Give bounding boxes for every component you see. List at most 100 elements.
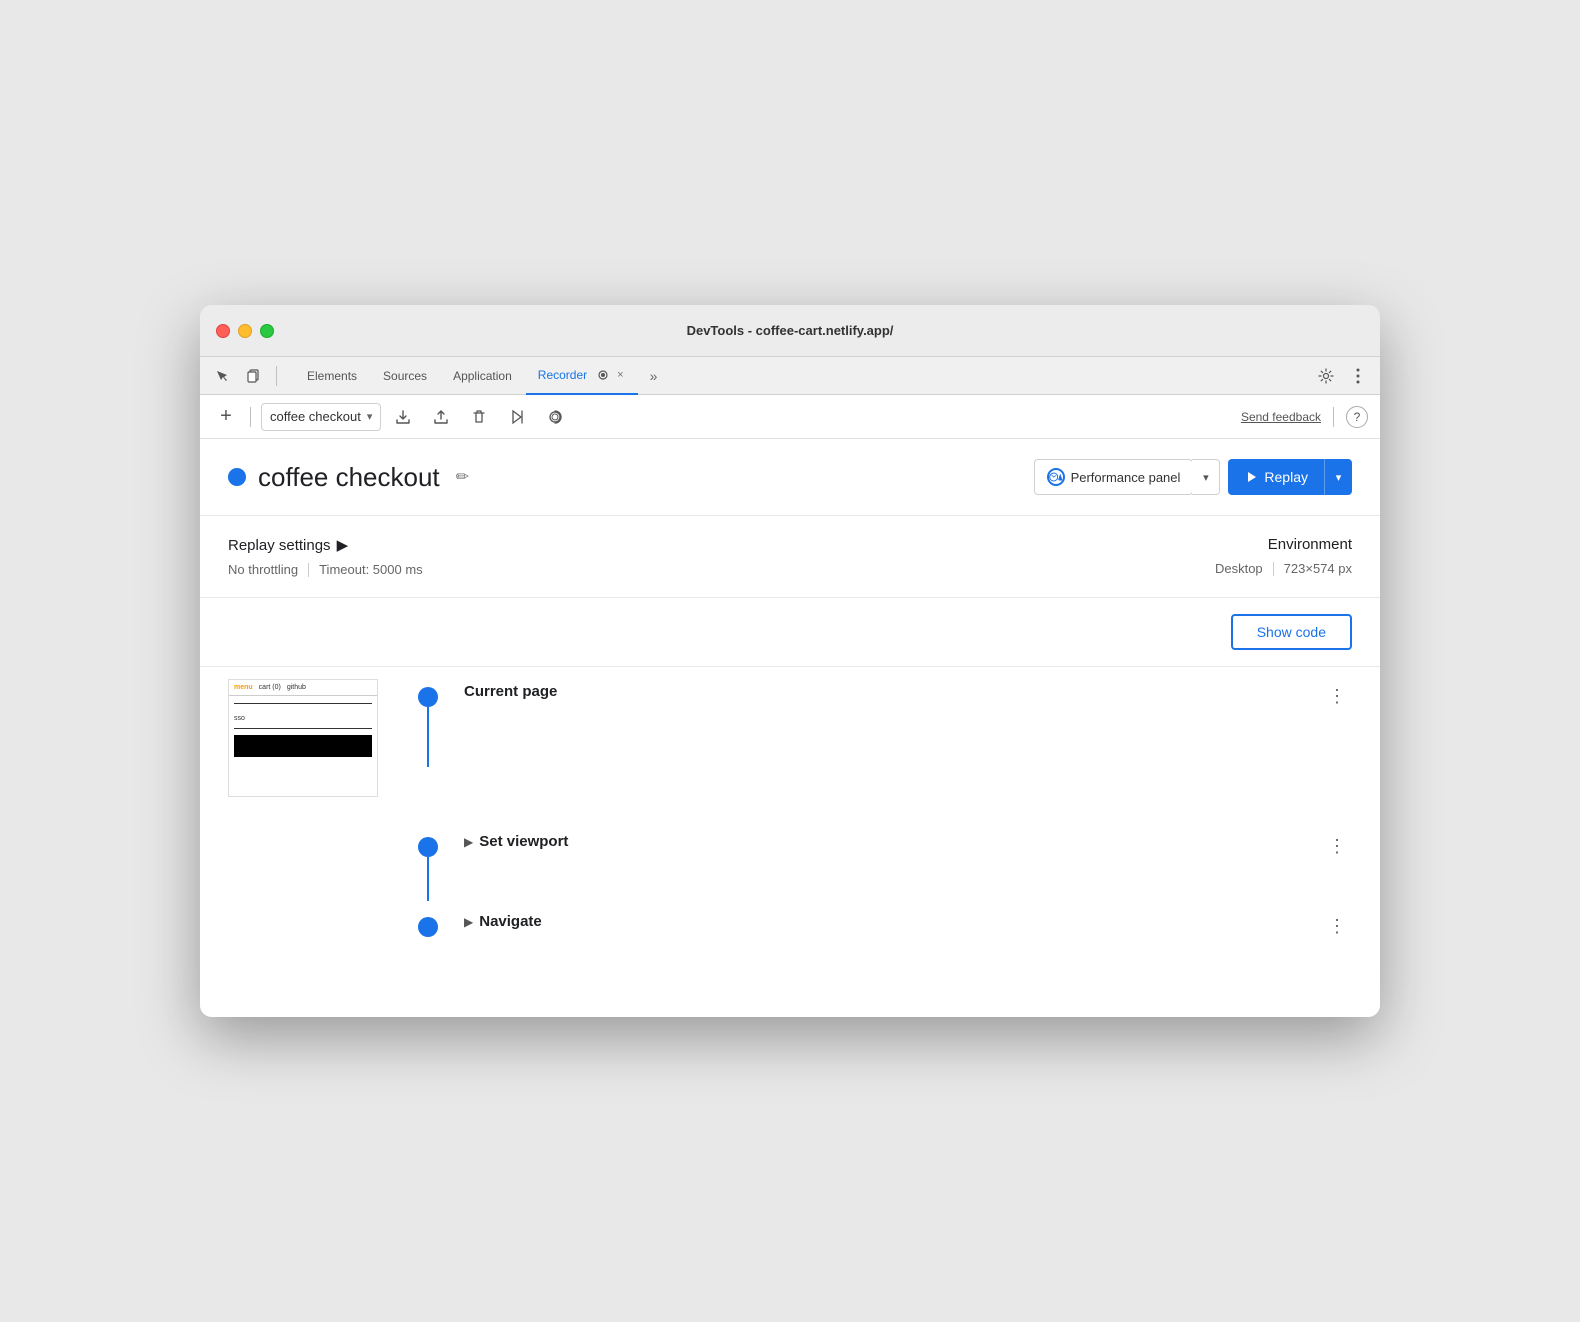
environment-detail: Desktop 723×574 px: [810, 561, 1352, 576]
tab-divider-left: [276, 366, 277, 386]
toolbar-right: Send feedback ?: [1241, 406, 1368, 428]
step3-content: ▶ Navigate ⋮: [464, 897, 1352, 939]
send-feedback-link[interactable]: Send feedback: [1241, 410, 1321, 424]
settings-arrow-icon: ▶: [337, 536, 349, 554]
replay-button[interactable]: Replay: [1228, 459, 1324, 495]
tab-close-icon[interactable]: ×: [615, 367, 625, 383]
performance-panel-dropdown[interactable]: ▾: [1192, 459, 1220, 495]
thumb-nav-menu: menu: [234, 684, 253, 691]
tab-recorder[interactable]: Recorder ×: [526, 357, 638, 395]
tab-bar: Elements Sources Application Recorder × …: [200, 357, 1380, 395]
thumb-nav-github: github: [287, 684, 306, 691]
settings-left: Replay settings ▶ No throttling Timeout:…: [228, 536, 770, 577]
step2-content: ▶ Set viewport ⋮: [464, 817, 1352, 859]
window-title: DevTools - coffee-cart.netlify.app/: [687, 323, 894, 338]
performance-panel-button[interactable]: Performance panel: [1034, 459, 1194, 495]
main-content: coffee checkout ✏ Performance panel: [200, 439, 1380, 1017]
step2-timeline: [408, 817, 448, 857]
page-thumbnail: menu cart (0) github sso: [228, 679, 378, 797]
step-current-page: menu cart (0) github sso: [200, 667, 1380, 817]
tab-sources[interactable]: Sources: [371, 357, 439, 395]
step1-line: [427, 707, 429, 767]
step3-timeline: [408, 897, 448, 937]
replay-dropdown[interactable]: ▾: [1324, 459, 1352, 495]
title-bar: DevTools - coffee-cart.netlify.app/: [200, 305, 1380, 357]
delete-button[interactable]: [463, 403, 495, 431]
step3-title-row[interactable]: ▶ Navigate: [464, 913, 542, 930]
traffic-lights: [216, 324, 274, 338]
settings-detail-separator: [308, 563, 309, 577]
step3-menu-button[interactable]: ⋮: [1322, 913, 1352, 939]
step2-line: [427, 857, 429, 901]
tab-application[interactable]: Application: [441, 357, 524, 395]
step-thumbnail-column: menu cart (0) github sso: [228, 667, 408, 797]
cursor-icon[interactable]: [208, 362, 236, 390]
step2-menu-button[interactable]: ⋮: [1322, 833, 1352, 859]
thumb-nav-cart: cart (0): [259, 684, 281, 691]
step1-dot: [418, 687, 438, 707]
replay-settings-label: Replay settings: [228, 537, 331, 554]
toolbar-right-divider: [1333, 407, 1334, 427]
environment-type: Desktop: [1215, 561, 1263, 576]
step2-title: Set viewport: [479, 833, 568, 850]
settings-detail: No throttling Timeout: 5000 ms: [228, 562, 770, 577]
thumbnail-body: sso: [229, 696, 377, 765]
show-code-button[interactable]: Show code: [1231, 614, 1352, 650]
step1-menu-button[interactable]: ⋮: [1322, 683, 1352, 709]
edit-title-icon[interactable]: ✏: [452, 463, 473, 491]
recording-select-text: coffee checkout: [270, 409, 361, 424]
throttling-value: No throttling: [228, 562, 298, 577]
step3-dot: [418, 917, 438, 937]
thumbnail-divider1: [234, 703, 372, 704]
step-set-viewport: ▶ Set viewport ⋮: [200, 817, 1380, 897]
recording-actions: Performance panel ▾ Replay ▾: [1034, 459, 1352, 495]
recording-dot: [228, 468, 246, 486]
step1-content: Current page ⋮: [464, 667, 1352, 709]
tab-elements[interactable]: Elements: [295, 357, 369, 395]
toolbar-divider: [250, 407, 251, 427]
tab-bar-right: [1312, 362, 1372, 390]
env-detail-separator: [1273, 562, 1274, 576]
performance-icon: [1047, 468, 1065, 486]
copy-icon[interactable]: [240, 362, 268, 390]
step3-arrow-icon: ▶: [464, 915, 473, 929]
settings-icon[interactable]: [1312, 362, 1340, 390]
export-button[interactable]: [387, 403, 419, 431]
step2-title-row[interactable]: ▶ Set viewport: [464, 833, 568, 850]
recording-title: coffee checkout: [258, 462, 440, 493]
recording-header: coffee checkout ✏ Performance panel: [200, 439, 1380, 516]
recorder-toolbar: + coffee checkout ▾: [200, 395, 1380, 439]
step1-title: Current page: [464, 683, 557, 700]
step3-title: Navigate: [479, 913, 542, 930]
replay-label: Replay: [1264, 469, 1308, 485]
thumbnail-block: [234, 735, 372, 757]
help-button[interactable]: ?: [1346, 406, 1368, 428]
more-options-icon[interactable]: [1344, 362, 1372, 390]
step2-dot: [418, 837, 438, 857]
record-button[interactable]: [539, 403, 571, 431]
step2-arrow-icon: ▶: [464, 835, 473, 849]
replay-dropdown-arrow-icon: ▾: [1336, 471, 1342, 484]
settings-section: Replay settings ▶ No throttling Timeout:…: [200, 516, 1380, 598]
step-navigate: ▶ Navigate ⋮: [200, 897, 1380, 977]
maximize-button[interactable]: [260, 324, 274, 338]
play-button[interactable]: [501, 403, 533, 431]
devtools-window: DevTools - coffee-cart.netlify.app/ Elem…: [200, 305, 1380, 1017]
recording-selector[interactable]: coffee checkout ▾: [261, 403, 381, 431]
close-button[interactable]: [216, 324, 230, 338]
environment-size: 723×574 px: [1284, 561, 1352, 576]
replay-settings-toggle[interactable]: Replay settings ▶: [228, 536, 770, 554]
steps-area: menu cart (0) github sso: [200, 667, 1380, 1017]
import-button[interactable]: [425, 403, 457, 431]
timeout-value: Timeout: 5000 ms: [319, 562, 423, 577]
thumbnail-divider2: [234, 728, 372, 729]
minimize-button[interactable]: [238, 324, 252, 338]
show-code-area: Show code: [200, 598, 1380, 667]
perf-dropdown-arrow-icon: ▾: [1203, 471, 1209, 484]
recording-select-arrow-icon: ▾: [367, 410, 373, 423]
tab-bar-left: [208, 362, 281, 390]
tab-more-icon[interactable]: »: [644, 364, 664, 388]
environment-title: Environment: [810, 536, 1352, 553]
thumbnail-nav: menu cart (0) github: [229, 680, 377, 696]
add-recording-button[interactable]: +: [212, 403, 240, 431]
